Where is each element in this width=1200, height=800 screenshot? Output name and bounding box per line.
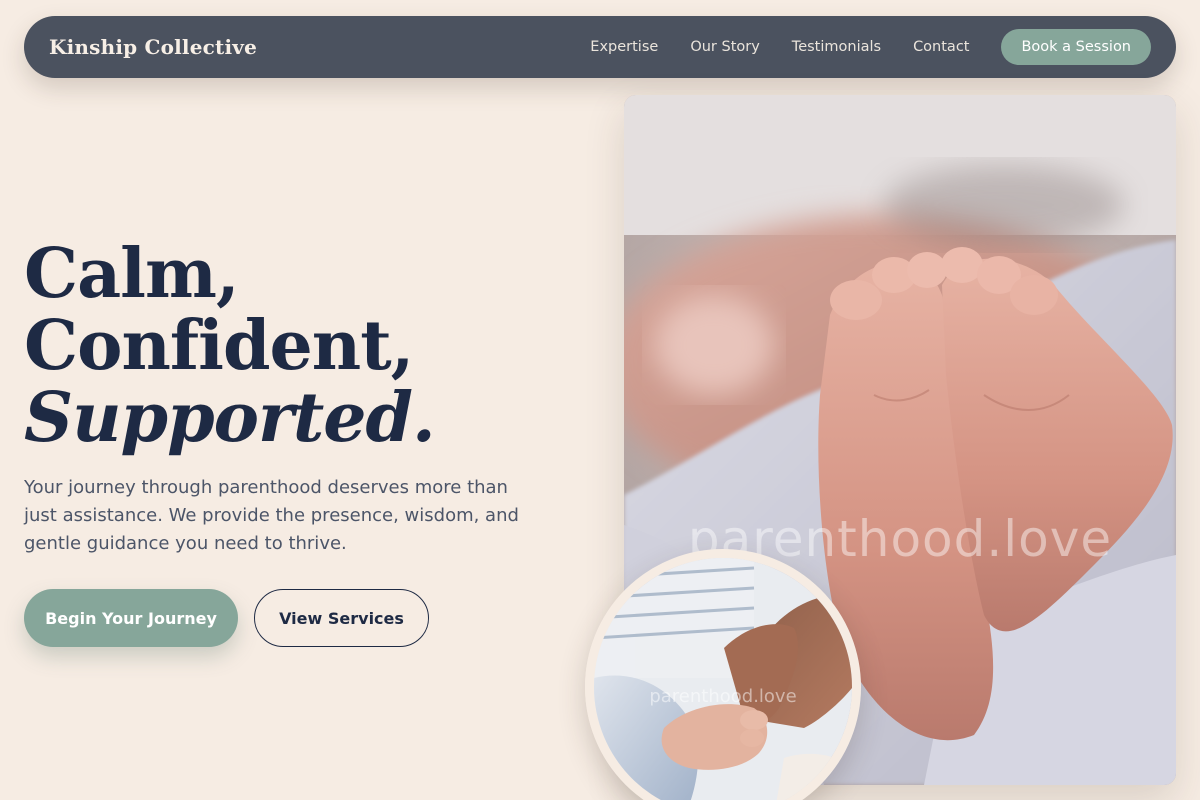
book-session-button[interactable]: Book a Session [1001, 29, 1151, 65]
hero-title-line-2: Confident, [24, 306, 414, 386]
nav-link-contact[interactable]: Contact [913, 39, 969, 55]
hero-title-line-1: Calm, [24, 234, 240, 314]
hero-subtitle: Your journey through parenthood deserves… [24, 477, 519, 554]
hero-title: Calm, Confident, Supported. [24, 238, 584, 454]
baby-hand-image [594, 558, 852, 800]
brand-logo[interactable]: Kinship Collective [49, 35, 257, 59]
nav-link-expertise[interactable]: Expertise [590, 39, 658, 55]
navbar: Kinship Collective Expertise Our Story T… [24, 16, 1176, 78]
nav-link-our-story[interactable]: Our Story [690, 39, 759, 55]
nav-link-testimonials[interactable]: Testimonials [792, 39, 881, 55]
view-services-button[interactable]: View Services [254, 589, 429, 647]
hero-title-line-3: Supported. [24, 378, 436, 458]
nav-links: Expertise Our Story Testimonials Contact… [590, 29, 1151, 65]
begin-journey-button[interactable]: Begin Your Journey [24, 589, 238, 647]
